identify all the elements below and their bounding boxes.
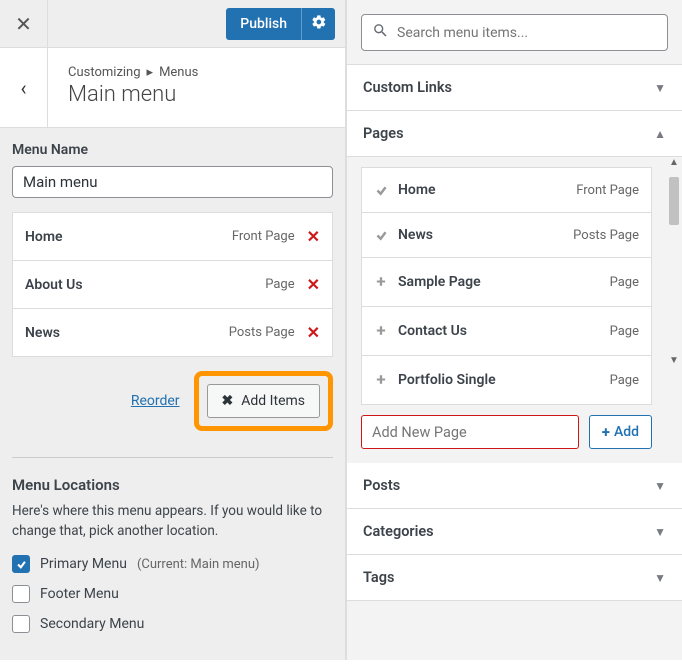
page-item-type: Page — [610, 373, 639, 388]
reorder-link[interactable]: Reorder — [131, 393, 180, 409]
location-sublabel: (Current: Main menu) — [137, 557, 260, 572]
plus-icon: + — [374, 321, 388, 341]
add-items-button[interactable]: ✖ Add Items — [207, 384, 320, 418]
accordion-title: Posts — [363, 477, 400, 494]
chevron-down-icon: ▼ — [654, 81, 666, 95]
page-item[interactable]: + Contact Us Page — [362, 307, 651, 356]
chevron-left-icon: ‹ — [20, 76, 26, 100]
scrollbar[interactable]: ▲ ▼ — [666, 157, 682, 367]
accordion-title: Categories — [363, 523, 434, 540]
check-icon — [374, 184, 388, 197]
menu-name-label: Menu Name — [12, 142, 333, 158]
close-panel-button[interactable]: ✕ — [0, 0, 48, 48]
chevron-down-icon: ▼ — [654, 571, 666, 585]
gear-icon — [311, 14, 327, 34]
chevron-down-icon: ▼ — [654, 525, 666, 539]
accordion-title: Pages — [363, 125, 404, 142]
page-item[interactable]: + Portfolio Single Page — [362, 356, 651, 404]
menu-item-title: About Us — [25, 277, 83, 293]
close-icon: ✖ — [222, 393, 234, 409]
menu-item-type: Posts Page — [229, 325, 295, 340]
accordion-tags[interactable]: Tags ▼ — [347, 554, 682, 601]
location-option[interactable]: Secondary Menu — [12, 615, 333, 633]
chevron-right-icon: ▸ — [147, 65, 154, 80]
accordion-pages[interactable]: Pages ▲ — [347, 110, 682, 157]
accordion-posts[interactable]: Posts ▼ — [347, 462, 682, 509]
menu-item[interactable]: Home Front Page ✕ — [13, 213, 332, 261]
page-item-type: Page — [610, 324, 639, 339]
page-item[interactable]: News Posts Page — [362, 213, 651, 258]
breadcrumb: Customizing ▸ Menus — [68, 65, 331, 80]
page-item-title: Sample Page — [398, 274, 481, 290]
chevron-down-icon: ▼ — [654, 479, 666, 493]
accordion-title: Custom Links — [363, 79, 452, 96]
page-title: Main menu — [68, 82, 331, 107]
menu-item-title: News — [25, 325, 60, 341]
location-label: Footer Menu — [40, 586, 119, 602]
menu-item-title: Home — [25, 229, 63, 245]
accordion-title: Tags — [363, 569, 394, 586]
page-item-type: Posts Page — [573, 228, 639, 243]
publish-button[interactable]: Publish — [226, 8, 301, 40]
check-icon — [374, 229, 388, 242]
page-item-title: News — [398, 227, 433, 243]
search-input[interactable] — [397, 25, 657, 41]
menu-items-list: Home Front Page ✕ About Us Page ✕ News P… — [12, 212, 333, 357]
scroll-up-icon[interactable]: ▲ — [669, 157, 679, 169]
location-option[interactable]: Footer Menu — [12, 585, 333, 603]
accordion-categories[interactable]: Categories ▼ — [347, 508, 682, 555]
plus-icon: + — [374, 370, 388, 390]
breadcrumb-section: Customizing — [68, 65, 141, 80]
add-items-label: Add Items — [241, 393, 305, 409]
add-page-label: Add — [614, 424, 639, 440]
remove-menu-item-button[interactable]: ✕ — [307, 275, 320, 294]
remove-menu-item-button[interactable]: ✕ — [307, 227, 320, 246]
checkbox[interactable] — [12, 555, 30, 573]
search-icon — [372, 22, 389, 43]
page-item[interactable]: Home Front Page — [362, 168, 651, 213]
plus-icon: + — [374, 272, 388, 292]
page-item-type: Front Page — [576, 183, 639, 198]
accordion-custom-links[interactable]: Custom Links ▼ — [347, 64, 682, 111]
page-item-title: Portfolio Single — [398, 372, 496, 388]
location-label: Secondary Menu — [40, 616, 144, 632]
page-item-title: Contact Us — [398, 323, 467, 339]
location-option[interactable]: Primary Menu (Current: Main menu) — [12, 555, 333, 573]
breadcrumb-parent: Menus — [159, 65, 198, 80]
checkbox[interactable] — [12, 615, 30, 633]
scrollbar-thumb[interactable] — [669, 177, 679, 225]
menu-locations-description: Here's where this menu appears. If you w… — [12, 502, 333, 541]
chevron-up-icon: ▲ — [654, 127, 666, 141]
menu-item-type: Front Page — [232, 229, 295, 244]
close-icon: ✕ — [307, 275, 320, 294]
menu-item[interactable]: News Posts Page ✕ — [13, 309, 332, 356]
scroll-down-icon[interactable]: ▼ — [669, 355, 679, 367]
add-page-button[interactable]: + Add — [589, 415, 652, 449]
divider — [12, 457, 333, 458]
highlight-annotation: ✖ Add Items — [194, 371, 333, 431]
close-icon: ✕ — [307, 227, 320, 246]
page-item[interactable]: + Sample Page Page — [362, 258, 651, 307]
plus-icon: + — [602, 423, 610, 441]
page-item-type: Page — [610, 275, 639, 290]
close-icon: ✕ — [307, 323, 320, 342]
menu-item[interactable]: About Us Page ✕ — [13, 261, 332, 309]
search-box[interactable] — [361, 14, 668, 51]
checkbox[interactable] — [12, 585, 30, 603]
remove-menu-item-button[interactable]: ✕ — [307, 323, 320, 342]
back-button[interactable]: ‹ — [0, 48, 48, 127]
menu-locations-heading: Menu Locations — [12, 476, 333, 494]
add-new-page-input[interactable] — [361, 415, 579, 449]
page-item-title: Home — [398, 182, 436, 198]
location-label: Primary Menu — [40, 556, 127, 572]
menu-name-input[interactable] — [12, 166, 333, 198]
publish-settings-button[interactable] — [301, 8, 335, 40]
menu-item-type: Page — [265, 277, 294, 292]
